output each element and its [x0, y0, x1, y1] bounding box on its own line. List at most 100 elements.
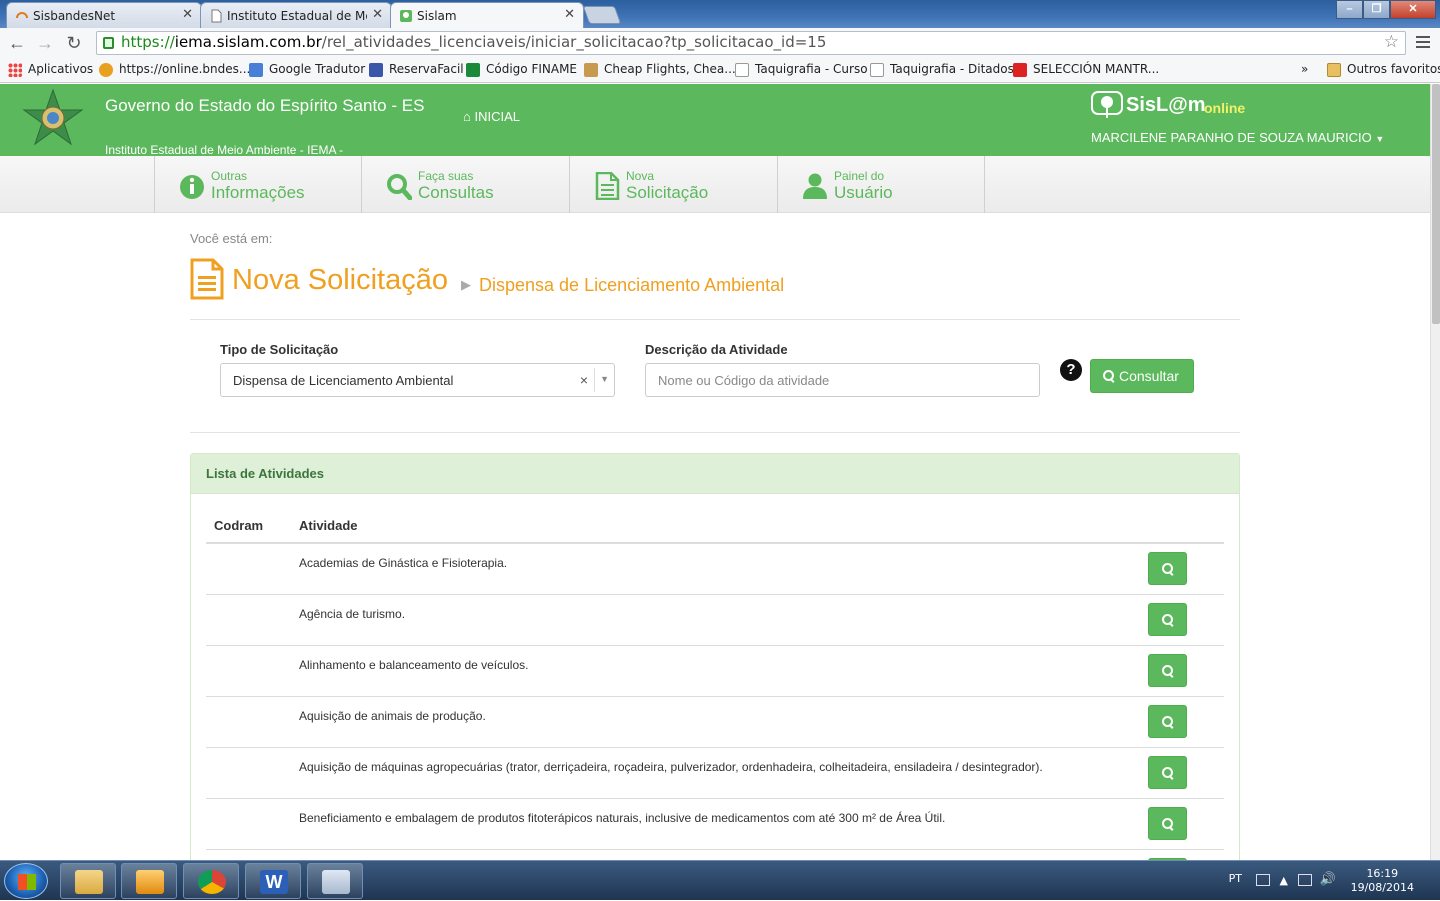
- tab-sisbandesnet[interactable]: SisbandesNet ✕: [6, 2, 202, 28]
- apps-grid-icon: [8, 63, 22, 77]
- chrome-menu-icon[interactable]: [1416, 36, 1430, 48]
- clear-icon[interactable]: ×: [580, 372, 588, 388]
- descricao-input[interactable]: [645, 363, 1040, 397]
- divider: [190, 319, 1240, 320]
- view-activity-button[interactable]: [1148, 654, 1187, 687]
- bookmark-taquigrafia-curso[interactable]: Taquigrafia - Curso: [735, 62, 868, 77]
- address-bar[interactable]: https://iema.sislam.com.br/rel_atividade…: [96, 31, 1406, 55]
- taskbar-calculator[interactable]: [307, 863, 363, 899]
- calculator-icon: [322, 870, 350, 894]
- view-activity-button[interactable]: [1148, 705, 1187, 738]
- nav-small-label: Outras: [211, 169, 248, 183]
- close-window-icon[interactable]: ✕: [1390, 0, 1436, 19]
- consultar-button[interactable]: Consultar: [1090, 359, 1194, 393]
- bookmark-label: Google Tradutor: [269, 62, 366, 76]
- view-activity-button[interactable]: [1148, 552, 1187, 585]
- page-heading: Nova Solicitação ▶ Dispensa de Licenciam…: [190, 258, 1240, 300]
- url-scheme: https://: [121, 33, 175, 51]
- nav-consultas[interactable]: Faça suas Consultas: [361, 156, 569, 213]
- nav-informacoes[interactable]: Outras Informações: [154, 156, 362, 213]
- tray-expand-icon[interactable]: ▲: [1280, 874, 1288, 887]
- sislam-favicon-icon: [400, 10, 412, 22]
- nav-small-label: Painel do: [834, 169, 885, 183]
- bookmark-label: Código FINAME: [486, 62, 578, 76]
- back-icon[interactable]: ←: [6, 33, 28, 53]
- gov-subtitle: Instituto Estadual de Meio Ambiente - IE…: [105, 143, 344, 157]
- tab-close-icon[interactable]: ✕: [564, 7, 575, 22]
- scrollbar-thumb[interactable]: [1432, 84, 1440, 324]
- clock-time: 16:19: [1366, 867, 1399, 880]
- reload-icon[interactable]: ↻: [63, 33, 85, 53]
- tab-close-icon[interactable]: ✕: [372, 7, 383, 22]
- search-icon: [1162, 614, 1174, 626]
- taskbar-word[interactable]: W: [245, 863, 301, 899]
- bookmark-seleccion[interactable]: SELECCIÓN MANTR...: [1013, 62, 1159, 77]
- bookmark-star-icon[interactable]: ☆: [1384, 32, 1399, 52]
- select-separator: [594, 368, 595, 392]
- browser-toolbar: ← → ↻ https://iema.sislam.com.br/rel_ati…: [0, 28, 1440, 58]
- bookmark-google-tradutor[interactable]: Google Tradutor: [249, 62, 366, 77]
- home-link[interactable]: ⌂ INICIAL: [463, 109, 520, 124]
- table-row: Academias de Ginástica e Fisioterapia.: [206, 544, 1224, 595]
- column-header-atividade: Atividade: [299, 518, 358, 533]
- keyboard-icon[interactable]: [1256, 874, 1270, 886]
- network-icon[interactable]: [1298, 874, 1312, 886]
- bookmark-bndes[interactable]: https://online.bndes...: [99, 62, 250, 77]
- taskbar-outlook[interactable]: [121, 863, 177, 899]
- page-icon: [735, 63, 749, 77]
- view-activity-button[interactable]: [1148, 807, 1187, 840]
- bookmark-label: Taquigrafia - Ditados: [890, 62, 1014, 76]
- taskbar-chrome[interactable]: [183, 863, 239, 899]
- tab-title: Instituto Estadual de Meio: [227, 9, 367, 23]
- chevron-down-icon[interactable]: ▼: [600, 374, 609, 384]
- tab-sislam[interactable]: Sislam ✕: [390, 2, 584, 28]
- tree-icon: [1091, 91, 1123, 118]
- page-scrollbar[interactable]: [1430, 84, 1440, 860]
- search-icon: [1162, 818, 1174, 830]
- bookmarks-overflow-button[interactable]: »: [1281, 62, 1308, 76]
- divider: [190, 432, 1240, 433]
- system-clock[interactable]: 16:19 19/08/2014: [1351, 867, 1414, 895]
- help-icon[interactable]: ?: [1060, 359, 1082, 381]
- column-header-codram: Codram: [214, 518, 264, 533]
- consultar-label: Consultar: [1119, 368, 1179, 384]
- forward-icon[interactable]: →: [34, 33, 56, 53]
- new-tab-button[interactable]: [582, 6, 622, 24]
- table-row: Beneficiamento e embalagem de produtos f…: [206, 799, 1224, 850]
- bookmark-cheap-flights[interactable]: Cheap Flights, Chea...: [584, 62, 736, 77]
- volume-icon[interactable]: 🔊: [1320, 872, 1336, 887]
- finame-icon: [466, 63, 480, 77]
- search-icon: [387, 174, 412, 200]
- minimize-icon[interactable]: –: [1336, 0, 1363, 19]
- document-icon: [595, 172, 620, 200]
- user-menu[interactable]: MARCILENE PARANHO DE SOUZA MAURICIO ▼: [1091, 130, 1384, 145]
- tab-close-icon[interactable]: ✕: [182, 7, 193, 22]
- view-activity-button[interactable]: [1148, 756, 1187, 789]
- windows-taskbar: W PT ▲ 🔊 16:19 19/08/2014: [0, 860, 1440, 900]
- explorer-icon: [75, 870, 103, 894]
- tab-iema[interactable]: Instituto Estadual de Meio ✕: [200, 2, 392, 28]
- start-button[interactable]: [4, 863, 48, 899]
- tipo-select[interactable]: Dispensa de Licenciamento Ambiental × ▼: [220, 363, 615, 397]
- system-tray: PT ▲ 🔊 16:19 19/08/2014: [1210, 861, 1440, 901]
- caret-down-icon: ▼: [1375, 134, 1385, 144]
- nav-usuario[interactable]: Painel do Usuário: [777, 156, 985, 213]
- document-icon: [190, 258, 224, 300]
- bookmark-other-folder[interactable]: Outros favoritos: [1327, 62, 1440, 77]
- nav-small-label: Faça suas: [418, 169, 474, 183]
- chrome-icon: [198, 870, 226, 894]
- gov-title: Governo do Estado do Espírito Santo - ES: [105, 96, 425, 115]
- nav-solicitacao[interactable]: Nova Solicitação: [569, 156, 777, 213]
- language-indicator[interactable]: PT: [1229, 872, 1242, 885]
- view-activity-button[interactable]: [1148, 603, 1187, 636]
- bookmark-finame[interactable]: Código FINAME: [466, 62, 578, 77]
- maximize-icon[interactable]: ❐: [1363, 0, 1390, 19]
- bookmark-taquigrafia-ditados[interactable]: Taquigrafia - Ditados: [870, 62, 1014, 77]
- tab-title: SisbandesNet: [33, 9, 116, 23]
- browser-tabstrip: SisbandesNet ✕ Instituto Estadual de Mei…: [0, 0, 1440, 28]
- home-icon: ⌂: [463, 109, 471, 124]
- bookmark-reservafacil[interactable]: ReservaFacil: [369, 62, 464, 77]
- taskbar-explorer[interactable]: [60, 863, 116, 899]
- bookmark-apps[interactable]: Aplicativos: [8, 62, 93, 77]
- url-host: iema.sislam.com.br: [174, 33, 322, 51]
